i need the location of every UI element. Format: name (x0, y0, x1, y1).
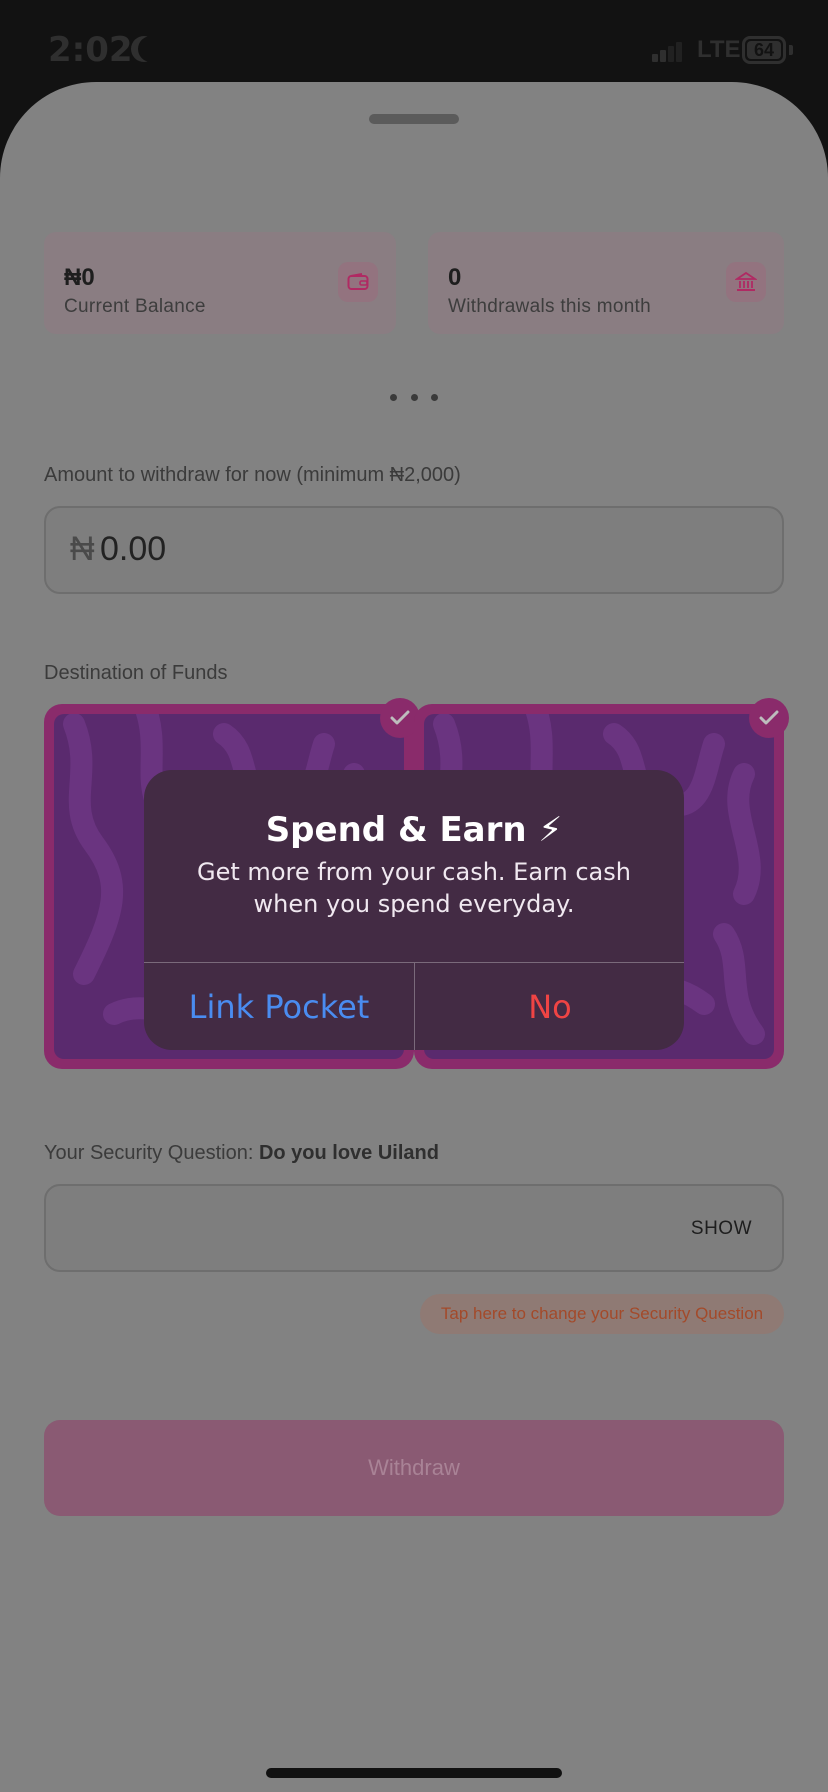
alert-message: Get more from your cash. Earn cash when … (197, 858, 631, 918)
status-time: 2:02 (48, 30, 133, 70)
security-question-label: Your Security Question: Do you love Uila… (44, 1142, 439, 1165)
change-security-question-link[interactable]: Tap here to change your Security Questio… (420, 1294, 784, 1334)
balance-value: ₦0 (64, 264, 95, 291)
battery-cap (789, 45, 793, 55)
currency-symbol: ₦ (70, 530, 95, 568)
withdrawals-label: Withdrawals this month (448, 296, 652, 317)
amount-value: 0.00 (100, 530, 167, 568)
withdraw-button[interactable]: Withdraw (44, 1420, 784, 1516)
signal-icon (652, 42, 682, 62)
battery-icon: 64 (742, 36, 786, 64)
security-label-prefix: Your Security Question: (44, 1142, 259, 1164)
alert-title: Spend & Earn ⚡ (265, 810, 563, 850)
more-dots-icon[interactable] (390, 394, 438, 404)
network-label: LTE (697, 36, 741, 63)
spend-earn-alert: Spend & Earn ⚡ Get more from your cash. … (144, 770, 684, 1050)
balance-label: Current Balance (64, 296, 206, 317)
bank-icon (726, 262, 766, 302)
amount-input[interactable]: ₦ 0.00 (44, 506, 784, 594)
amount-label: Amount to withdraw for now (minimum ₦2,0… (44, 464, 461, 486)
link-pocket-button[interactable]: Link Pocket (144, 963, 414, 1050)
balance-card: ₦0 Current Balance (44, 232, 396, 334)
moon-icon (138, 36, 164, 62)
destination-label: Destination of Funds (44, 662, 228, 684)
wallet-icon (338, 262, 378, 302)
withdrawals-card: 0 Withdrawals this month (428, 232, 784, 334)
no-button[interactable]: No (415, 963, 684, 1050)
security-answer-input[interactable]: SHOW (44, 1184, 784, 1272)
battery-level: 64 (747, 41, 781, 59)
show-answer-button[interactable]: SHOW (691, 1218, 752, 1240)
sheet-grabber[interactable] (369, 114, 459, 124)
home-indicator[interactable] (266, 1768, 562, 1778)
security-question: Do you love Uiland (258, 1142, 439, 1164)
withdrawals-value: 0 (448, 264, 462, 291)
check-icon (749, 698, 789, 738)
